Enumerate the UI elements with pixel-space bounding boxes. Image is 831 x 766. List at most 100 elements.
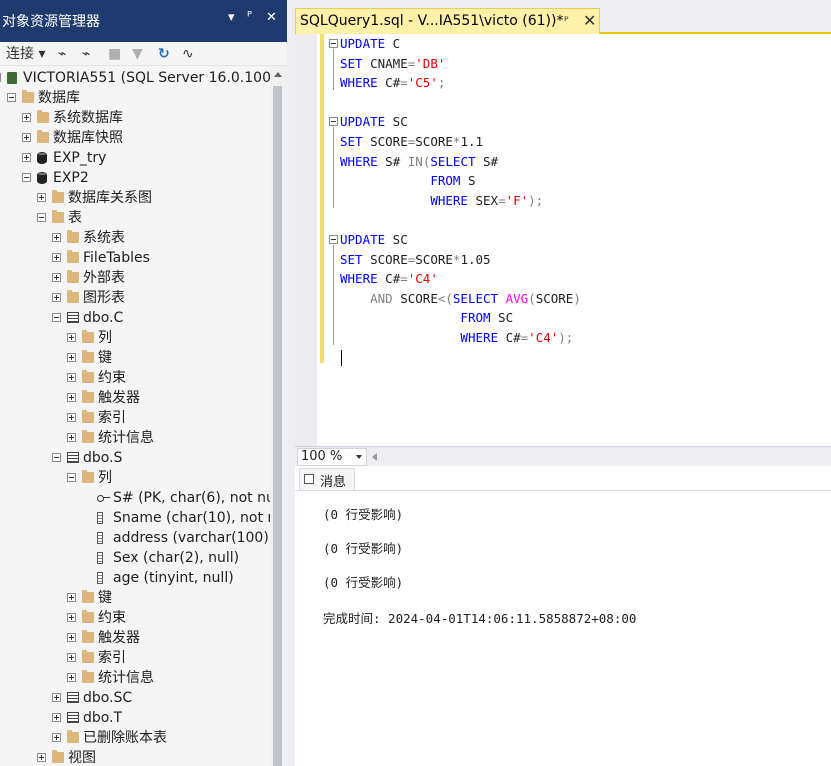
tree-node[interactable]: 视图 <box>0 748 270 766</box>
collapse-icon[interactable] <box>52 453 61 462</box>
expand-icon[interactable] <box>52 273 61 282</box>
disconnect-icon[interactable]: ⌁ <box>82 44 90 64</box>
collapse-icon[interactable] <box>0 73 1 82</box>
tree-node[interactable]: dbo.C <box>0 308 270 328</box>
dropdown-icon[interactable]: ▾ <box>228 10 235 25</box>
expand-icon[interactable] <box>67 433 76 442</box>
tree-node[interactable]: 索引 <box>0 408 270 428</box>
tree-node[interactable]: 数据库 <box>0 88 270 108</box>
code-line: AND SCORE<(SELECT AVG(SCORE) <box>340 289 581 309</box>
tree-node[interactable]: 约束 <box>0 608 270 628</box>
collapse-icon[interactable] <box>52 313 61 322</box>
expand-icon[interactable] <box>67 333 76 342</box>
tree-node[interactable]: VICTORIA551 (SQL Server 16.0.1000.6 <box>0 68 270 88</box>
tree-node[interactable]: 列 <box>0 328 270 348</box>
tree-node[interactable]: 统计信息 <box>0 428 270 448</box>
expand-icon[interactable] <box>67 413 76 422</box>
folder-icon <box>82 350 94 363</box>
expand-icon[interactable] <box>67 353 76 362</box>
object-explorer-scrollbar[interactable] <box>270 66 287 766</box>
tree-node[interactable]: dbo.SC <box>0 688 270 708</box>
expand-icon[interactable] <box>22 113 31 122</box>
tree-node[interactable]: 图形表 <box>0 288 270 308</box>
tab-messages[interactable]: 消息 <box>299 468 355 490</box>
tree-node[interactable]: 已删除账本表 <box>0 728 270 748</box>
tree-node-label: dbo.T <box>83 710 123 726</box>
tree-node[interactable]: 索引 <box>0 648 270 668</box>
expand-icon[interactable] <box>67 673 76 682</box>
tree-node[interactable]: 键 <box>0 588 270 608</box>
collapse-icon[interactable] <box>37 213 46 222</box>
tree-node[interactable]: 触发器 <box>0 628 270 648</box>
tree-node[interactable]: address (varchar(100), nu <box>0 528 270 548</box>
pin-icon[interactable]: ᴾ <box>247 10 252 25</box>
connect-button[interactable]: 连接 ▾ <box>6 44 45 64</box>
expand-icon[interactable] <box>67 393 76 402</box>
collapse-icon[interactable] <box>22 173 31 182</box>
scrollbar-thumb[interactable] <box>273 86 282 766</box>
collapse-icon[interactable] <box>329 235 338 244</box>
tree-node[interactable]: 列 <box>0 468 270 488</box>
tree-node[interactable]: dbo.T <box>0 708 270 728</box>
expand-icon[interactable] <box>22 153 31 162</box>
expand-icon[interactable] <box>37 193 46 202</box>
zoom-value: 100 % <box>301 449 343 464</box>
activity-monitor-icon[interactable]: ∿ <box>182 44 194 64</box>
tree-node[interactable]: age (tinyint, null) <box>0 568 270 588</box>
tree-node[interactable]: 外部表 <box>0 268 270 288</box>
collapse-icon[interactable] <box>329 39 338 48</box>
zoom-select[interactable]: 100 % <box>297 448 367 466</box>
query-editor[interactable]: UPDATE C SET CNAME='DB' WHERE C#='C5'; UPDA… <box>295 34 831 446</box>
tree-node[interactable]: Sname (char(10), not null) <box>0 508 270 528</box>
code-token: SCORE <box>362 134 408 149</box>
tree-node[interactable]: EXP_try <box>0 148 270 168</box>
message-line: (0 行受影响) <box>323 575 404 590</box>
scroll-left-icon[interactable] <box>372 453 377 461</box>
tab-pin-icon[interactable]: ᴾ <box>564 14 569 28</box>
expand-icon[interactable] <box>52 733 61 742</box>
tree-node[interactable]: EXP2 <box>0 168 270 188</box>
tree-node[interactable]: 约束 <box>0 368 270 388</box>
tree-node[interactable]: 数据库关系图 <box>0 188 270 208</box>
expand-icon[interactable] <box>67 373 76 382</box>
tree-node[interactable]: 系统表 <box>0 228 270 248</box>
tree-node[interactable]: FileTables <box>0 248 270 268</box>
expand-icon[interactable] <box>67 613 76 622</box>
scroll-up-icon[interactable] <box>274 72 282 77</box>
tree-node[interactable]: dbo.S <box>0 448 270 468</box>
tree-node[interactable]: 触发器 <box>0 388 270 408</box>
tab-sqlquery1[interactable]: SQLQuery1.sql - V...IA551\victo (61))* ᴾ… <box>295 8 600 34</box>
filter-icon[interactable]: ▼ <box>132 44 143 64</box>
code-area[interactable]: UPDATE C SET CNAME='DB' WHERE C#='C5'; UPDA… <box>295 34 831 446</box>
tree-node[interactable]: 系统数据库 <box>0 108 270 128</box>
expand-icon[interactable] <box>37 753 46 762</box>
code-token: C <box>385 36 401 51</box>
close-icon[interactable]: ✕ <box>266 10 277 25</box>
expand-icon[interactable] <box>22 133 31 142</box>
refresh-icon[interactable]: ↻ <box>158 44 170 64</box>
expand-icon[interactable] <box>67 653 76 662</box>
expand-icon[interactable] <box>67 593 76 602</box>
tab-close-icon[interactable]: ✕ <box>583 11 596 30</box>
code-token: SET <box>340 55 363 71</box>
expand-icon[interactable] <box>52 713 61 722</box>
tree-node[interactable]: 表 <box>0 208 270 228</box>
collapse-icon[interactable] <box>67 473 76 482</box>
expand-icon[interactable] <box>52 693 61 702</box>
collapse-icon[interactable] <box>329 117 338 127</box>
expand-icon[interactable] <box>67 633 76 642</box>
tree-node[interactable]: 统计信息 <box>0 668 270 688</box>
expand-icon[interactable] <box>52 233 61 242</box>
connect-plug-icon[interactable]: ⌁ <box>58 44 66 64</box>
tree-node[interactable]: 数据库快照 <box>0 128 270 148</box>
expand-icon[interactable] <box>52 253 61 262</box>
splitter[interactable] <box>287 0 295 766</box>
collapse-icon[interactable] <box>7 93 16 102</box>
tree-node[interactable]: S# (PK, char(6), not null) <box>0 488 270 508</box>
table-icon <box>67 712 79 723</box>
stop-icon[interactable]: ■ <box>108 44 121 64</box>
code-token: = <box>498 192 506 208</box>
tree-node[interactable]: 键 <box>0 348 270 368</box>
expand-icon[interactable] <box>52 293 61 302</box>
tree-node[interactable]: Sex (char(2), null) <box>0 548 270 568</box>
